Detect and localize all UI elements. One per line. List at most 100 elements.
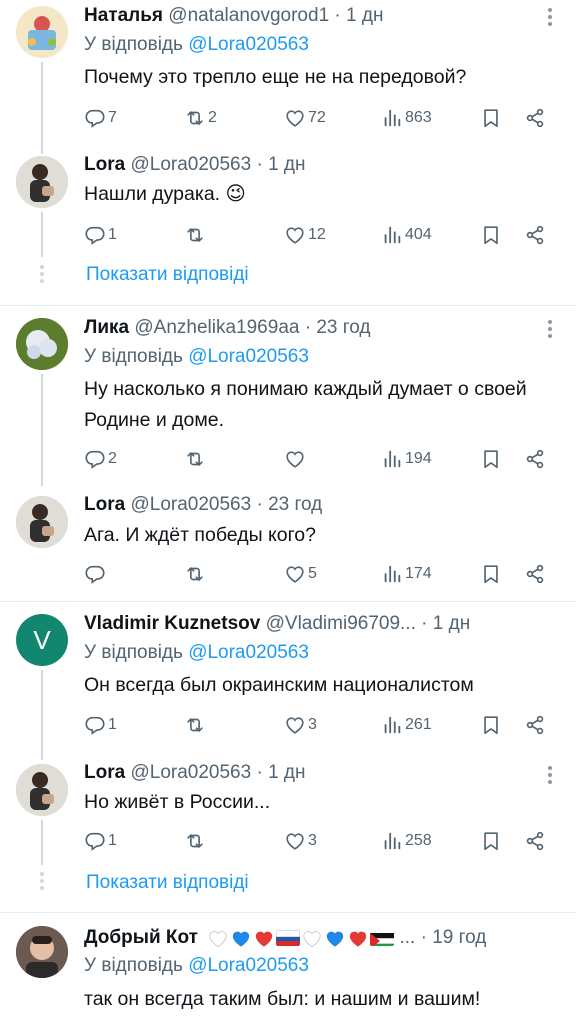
bookmark-button[interactable]	[480, 560, 502, 588]
repost-button[interactable]	[184, 827, 208, 855]
bookmark-button[interactable]	[480, 104, 502, 132]
white-heart-icon	[207, 928, 229, 948]
tweet-lora-3[interactable]: Lora @Lora020563 · 1 дн Но живёт в Росси…	[0, 758, 576, 865]
user-name[interactable]: Vladimir Kuznetsov	[84, 613, 260, 634]
like-icon	[284, 830, 306, 852]
repost-button[interactable]	[184, 221, 208, 249]
mention-link[interactable]: @Lora020563	[188, 642, 309, 663]
timestamp[interactable]: 23 год	[268, 494, 322, 515]
like-icon	[284, 714, 306, 736]
user-handle[interactable]: @Lora020563	[130, 154, 251, 175]
more-icon[interactable]	[546, 6, 554, 28]
reply-button[interactable]: 2	[84, 445, 117, 473]
more-icon[interactable]	[546, 764, 554, 786]
views-icon	[381, 224, 403, 246]
user-name[interactable]: Lora	[84, 154, 125, 175]
views-button[interactable]: 174	[381, 560, 432, 588]
user-name[interactable]: Добрый Кот	[84, 927, 198, 948]
avatar[interactable]: V	[16, 614, 68, 666]
views-icon	[381, 830, 403, 852]
user-handle[interactable]: ...	[400, 927, 416, 948]
reply-button[interactable]: 1	[84, 711, 117, 739]
bookmark-icon	[480, 224, 502, 246]
like-button[interactable]: 72	[284, 104, 326, 132]
user-handle[interactable]: @Lora020563	[130, 762, 251, 783]
repost-button[interactable]: 2	[184, 104, 217, 132]
like-button[interactable]: 5	[284, 560, 317, 588]
share-button[interactable]	[524, 104, 546, 132]
timestamp[interactable]: 1 дн	[268, 154, 305, 175]
repost-button[interactable]	[184, 711, 208, 739]
repost-button[interactable]	[184, 445, 208, 473]
share-button[interactable]	[524, 711, 546, 739]
timestamp[interactable]: 1 дн	[346, 5, 383, 26]
user-handle[interactable]: @Anzhelika1969aa	[134, 317, 299, 338]
like-button[interactable]: 3	[284, 711, 317, 739]
reply-to: У відповідь @Lora020563	[84, 642, 309, 663]
repost-button[interactable]	[184, 560, 208, 588]
reply-button[interactable]	[84, 560, 108, 588]
bookmark-button[interactable]	[480, 221, 502, 249]
avatar[interactable]	[16, 926, 68, 978]
share-button[interactable]	[524, 445, 546, 473]
tweet-lora-1[interactable]: Lora @Lora020563 · 1 дн Нашли дурака. 😉 …	[0, 150, 576, 257]
repost-icon	[184, 714, 206, 736]
mention-link[interactable]: @Lora020563	[188, 34, 309, 55]
action-bar: 1 3 258	[84, 827, 554, 855]
timestamp[interactable]: 19 год	[432, 927, 486, 948]
tweet-dobry-kot[interactable]: Добрый Кот ... · 19 год У відповідь @Lor…	[0, 920, 576, 1024]
user-handle[interactable]: @Vladimi96709...	[266, 613, 416, 634]
bookmark-icon	[480, 563, 502, 585]
action-bar: 7 2 72 863	[84, 104, 554, 132]
user-name[interactable]: Lora	[84, 494, 125, 515]
timestamp[interactable]: 1 дн	[433, 613, 470, 634]
views-button[interactable]: 404	[381, 221, 432, 249]
user-name[interactable]: Наталья	[84, 5, 163, 26]
reply-to: У відповідь @Lora020563	[84, 34, 309, 55]
blue-heart-icon	[324, 928, 346, 948]
tweet-header: Наталья @natalanovgorod1 · 1 дн	[84, 5, 384, 26]
avatar[interactable]	[16, 318, 68, 370]
user-handle[interactable]: @natalanovgorod1	[168, 5, 329, 26]
bookmark-button[interactable]	[480, 827, 502, 855]
avatar[interactable]	[16, 6, 68, 58]
views-icon	[381, 714, 403, 736]
share-button[interactable]	[524, 827, 546, 855]
reply-button[interactable]: 1	[84, 221, 117, 249]
show-replies-link[interactable]: Показати відповіді	[86, 869, 249, 897]
bookmark-button[interactable]	[480, 711, 502, 739]
show-replies-link[interactable]: Показати відповіді	[86, 261, 249, 289]
timestamp[interactable]: 1 дн	[268, 762, 305, 783]
user-name[interactable]: Лика	[84, 317, 129, 338]
views-button[interactable]: 863	[381, 104, 432, 132]
reply-button[interactable]: 1	[84, 827, 117, 855]
tweet-lika[interactable]: Лика @Anzhelika1969aa · 23 год У відпові…	[0, 312, 576, 486]
more-icon[interactable]	[546, 318, 554, 340]
bookmark-button[interactable]	[480, 445, 502, 473]
tweet-lora-2[interactable]: Lora @Lora020563 · 23 год Ага. И ждёт по…	[0, 490, 576, 595]
share-button[interactable]	[524, 560, 546, 588]
blue-heart-icon	[230, 928, 252, 948]
views-button[interactable]: 194	[381, 445, 432, 473]
avatar[interactable]	[16, 156, 68, 208]
avatar[interactable]	[16, 496, 68, 548]
tweet-natalya[interactable]: Наталья @natalanovgorod1 · 1 дн У відпов…	[0, 0, 576, 154]
user-handle[interactable]: @Lora020563	[130, 494, 251, 515]
tweet-vladimir[interactable]: V Vladimir Kuznetsov @Vladimi96709... · …	[0, 608, 576, 760]
like-button[interactable]: 3	[284, 827, 317, 855]
views-button[interactable]: 258	[381, 827, 432, 855]
user-name[interactable]: Lora	[84, 762, 125, 783]
palestine-flag-icon	[370, 930, 395, 946]
reply-button[interactable]: 7	[84, 104, 117, 132]
like-button[interactable]: 12	[284, 221, 326, 249]
mention-link[interactable]: @Lora020563	[188, 955, 309, 976]
share-button[interactable]	[524, 221, 546, 249]
repost-icon	[184, 107, 206, 129]
tweet-text: Он всегда был окраинским националистом	[84, 674, 474, 696]
mention-link[interactable]: @Lora020563	[188, 346, 309, 367]
divider	[0, 601, 576, 602]
like-button[interactable]	[284, 445, 308, 473]
avatar[interactable]	[16, 764, 68, 816]
views-button[interactable]: 261	[381, 711, 432, 739]
timestamp[interactable]: 23 год	[316, 317, 370, 338]
